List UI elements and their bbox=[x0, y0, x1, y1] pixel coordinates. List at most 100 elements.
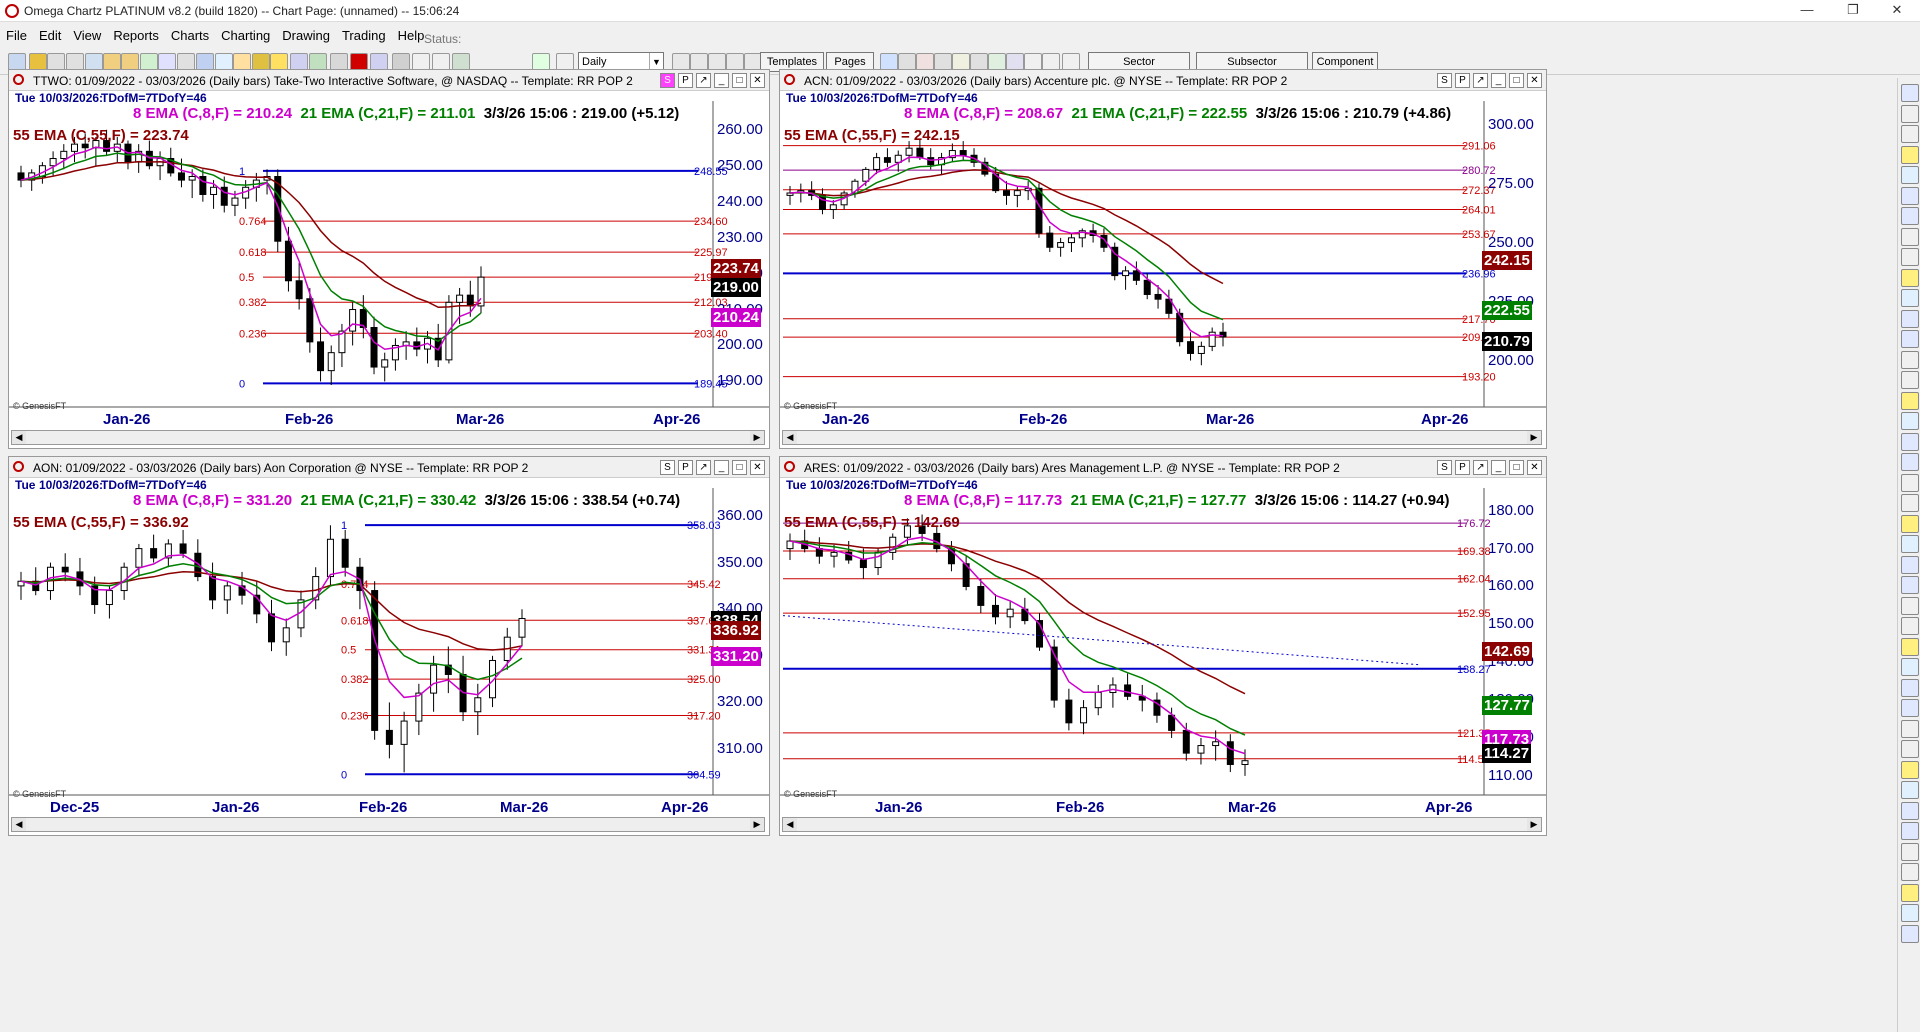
x-tick-label: Jan-26 bbox=[103, 411, 151, 428]
cycle-icon[interactable] bbox=[1901, 678, 1919, 697]
width-icon[interactable] bbox=[1901, 822, 1919, 840]
menu-file[interactable]: File bbox=[0, 24, 33, 43]
scroll-right-icon[interactable]: ▶ bbox=[750, 818, 764, 831]
y-tick-label: 260.00 bbox=[717, 120, 763, 138]
erase-icon[interactable] bbox=[1901, 740, 1919, 758]
price-marker-box: 331.20 bbox=[711, 647, 761, 666]
ema55-value: 55 EMA (C,55,F) = 142.69 bbox=[784, 514, 960, 531]
candle bbox=[381, 359, 389, 368]
style-icon[interactable] bbox=[1901, 842, 1919, 861]
wave-icon[interactable] bbox=[1901, 617, 1919, 635]
grid-tool-icon[interactable] bbox=[1901, 596, 1919, 615]
chart-panel-aon[interactable]: AON: 01/09/2022 - 03/03/2026 (Daily bars… bbox=[8, 456, 770, 836]
settings-icon[interactable] bbox=[1901, 924, 1919, 943]
arc-icon[interactable] bbox=[1901, 453, 1919, 471]
genesis-credit: © GenesisFT bbox=[13, 401, 67, 411]
chart-panel-ttwo[interactable]: TTWO: 01/09/2022 - 03/03/2026 (Daily bar… bbox=[8, 69, 770, 449]
candle bbox=[1080, 707, 1088, 724]
text-icon[interactable] bbox=[1901, 432, 1919, 451]
scroll-left-icon[interactable]: ◀ bbox=[12, 818, 26, 831]
candle bbox=[150, 548, 158, 559]
price-marker-box: 210.24 bbox=[711, 308, 761, 327]
close-icon[interactable]: ✕ bbox=[1882, 2, 1912, 18]
chart-panel-ares[interactable]: ARES: 01/09/2022 - 03/03/2026 (Daily bar… bbox=[779, 456, 1547, 836]
hline2-icon[interactable] bbox=[1901, 391, 1919, 410]
undo-icon[interactable] bbox=[1901, 883, 1919, 902]
fib-icon[interactable] bbox=[1901, 268, 1919, 287]
line-tool-icon[interactable] bbox=[1901, 166, 1919, 184]
candle bbox=[874, 551, 882, 569]
x-tick-label: Jan-26 bbox=[212, 799, 260, 816]
ellipse-icon[interactable] bbox=[1901, 514, 1919, 533]
chart-panel-acn[interactable]: ACN: 01/09/2022 - 03/03/2026 (Daily bars… bbox=[779, 69, 1547, 449]
fan-icon[interactable] bbox=[1901, 555, 1919, 574]
menu-reports[interactable]: Reports bbox=[107, 24, 165, 43]
arrow-tool-icon[interactable] bbox=[1901, 84, 1919, 102]
lock-icon[interactable] bbox=[1901, 760, 1919, 779]
level-price-label: 264.01 bbox=[1462, 205, 1496, 217]
price-marker-box: 336.92 bbox=[711, 621, 761, 640]
brace-icon[interactable] bbox=[1901, 473, 1919, 492]
vline-icon[interactable] bbox=[1901, 371, 1919, 389]
level-price-label: 138.27 bbox=[1457, 664, 1491, 676]
angle-icon[interactable] bbox=[1901, 309, 1919, 328]
horizontal-scrollbar[interactable]: ◀ ▶ bbox=[782, 817, 1542, 832]
pitch-icon[interactable] bbox=[1901, 576, 1919, 594]
level-price-label: 176.72 bbox=[1457, 518, 1491, 530]
menu-trading[interactable]: Trading bbox=[336, 24, 392, 43]
hline-icon[interactable] bbox=[1901, 227, 1919, 246]
y-tick-label: 300.00 bbox=[1488, 115, 1534, 133]
minimize-icon[interactable]: — bbox=[1792, 2, 1822, 17]
delete-icon[interactable] bbox=[1901, 863, 1919, 881]
horizontal-scrollbar[interactable]: ◀ ▶ bbox=[11, 430, 765, 445]
scroll-left-icon[interactable]: ◀ bbox=[783, 818, 797, 831]
star-icon[interactable] bbox=[1901, 719, 1919, 738]
flag-tool-icon[interactable] bbox=[1901, 637, 1919, 656]
ray-tool-icon[interactable] bbox=[1901, 207, 1919, 225]
y-tick-label: 150.00 bbox=[1488, 615, 1534, 633]
candle bbox=[1067, 237, 1075, 244]
app-logo-icon bbox=[5, 4, 19, 18]
ema55-line bbox=[789, 540, 1246, 695]
price-marker-box: 222.55 bbox=[1482, 301, 1532, 320]
time-icon[interactable] bbox=[1901, 699, 1919, 717]
candle bbox=[81, 143, 89, 149]
pen-tool-icon[interactable] bbox=[1901, 145, 1919, 164]
restore-icon[interactable]: ❐ bbox=[1838, 2, 1868, 18]
redo-icon[interactable] bbox=[1901, 904, 1919, 922]
x-tick-label: Mar-26 bbox=[456, 411, 505, 428]
trend-tool-icon[interactable] bbox=[1901, 186, 1919, 205]
candle bbox=[1182, 729, 1190, 754]
zoom-out-icon[interactable] bbox=[1901, 125, 1919, 143]
candle bbox=[1065, 699, 1073, 724]
horizontal-scrollbar[interactable]: ◀ ▶ bbox=[782, 430, 1542, 445]
x-tick-label: Apr-26 bbox=[1421, 411, 1469, 428]
y-tick-label: 250.00 bbox=[717, 156, 763, 174]
ruler-icon[interactable] bbox=[1901, 658, 1919, 676]
scroll-right-icon[interactable]: ▶ bbox=[1527, 431, 1541, 444]
circle-icon[interactable] bbox=[1901, 535, 1919, 553]
menu-charts[interactable]: Charts bbox=[165, 24, 215, 43]
magnet-icon[interactable] bbox=[1901, 781, 1919, 799]
scroll-right-icon[interactable]: ▶ bbox=[750, 431, 764, 444]
ema21-line bbox=[789, 540, 1246, 736]
menu-drawing[interactable]: Drawing bbox=[276, 24, 336, 43]
color-icon[interactable] bbox=[1901, 801, 1919, 820]
menu-charting[interactable]: Charting bbox=[215, 24, 276, 43]
menu-view[interactable]: View bbox=[67, 24, 107, 43]
zoom-in-icon[interactable] bbox=[1901, 104, 1919, 123]
scroll-right-icon[interactable]: ▶ bbox=[1527, 818, 1541, 831]
x-tick-label: Apr-26 bbox=[1425, 799, 1473, 816]
gann-icon[interactable] bbox=[1901, 330, 1919, 348]
box-icon[interactable] bbox=[1901, 412, 1919, 430]
label-icon[interactable] bbox=[1901, 494, 1919, 512]
x-tick-label: Feb-26 bbox=[285, 411, 334, 428]
candle bbox=[135, 548, 143, 568]
channel-icon[interactable] bbox=[1901, 248, 1919, 266]
dollar-icon[interactable] bbox=[1901, 350, 1919, 369]
parallel-icon[interactable] bbox=[1901, 289, 1919, 307]
menu-edit[interactable]: Edit bbox=[33, 24, 67, 43]
scroll-left-icon[interactable]: ◀ bbox=[783, 431, 797, 444]
scroll-left-icon[interactable]: ◀ bbox=[12, 431, 26, 444]
horizontal-scrollbar[interactable]: ◀ ▶ bbox=[11, 817, 765, 832]
